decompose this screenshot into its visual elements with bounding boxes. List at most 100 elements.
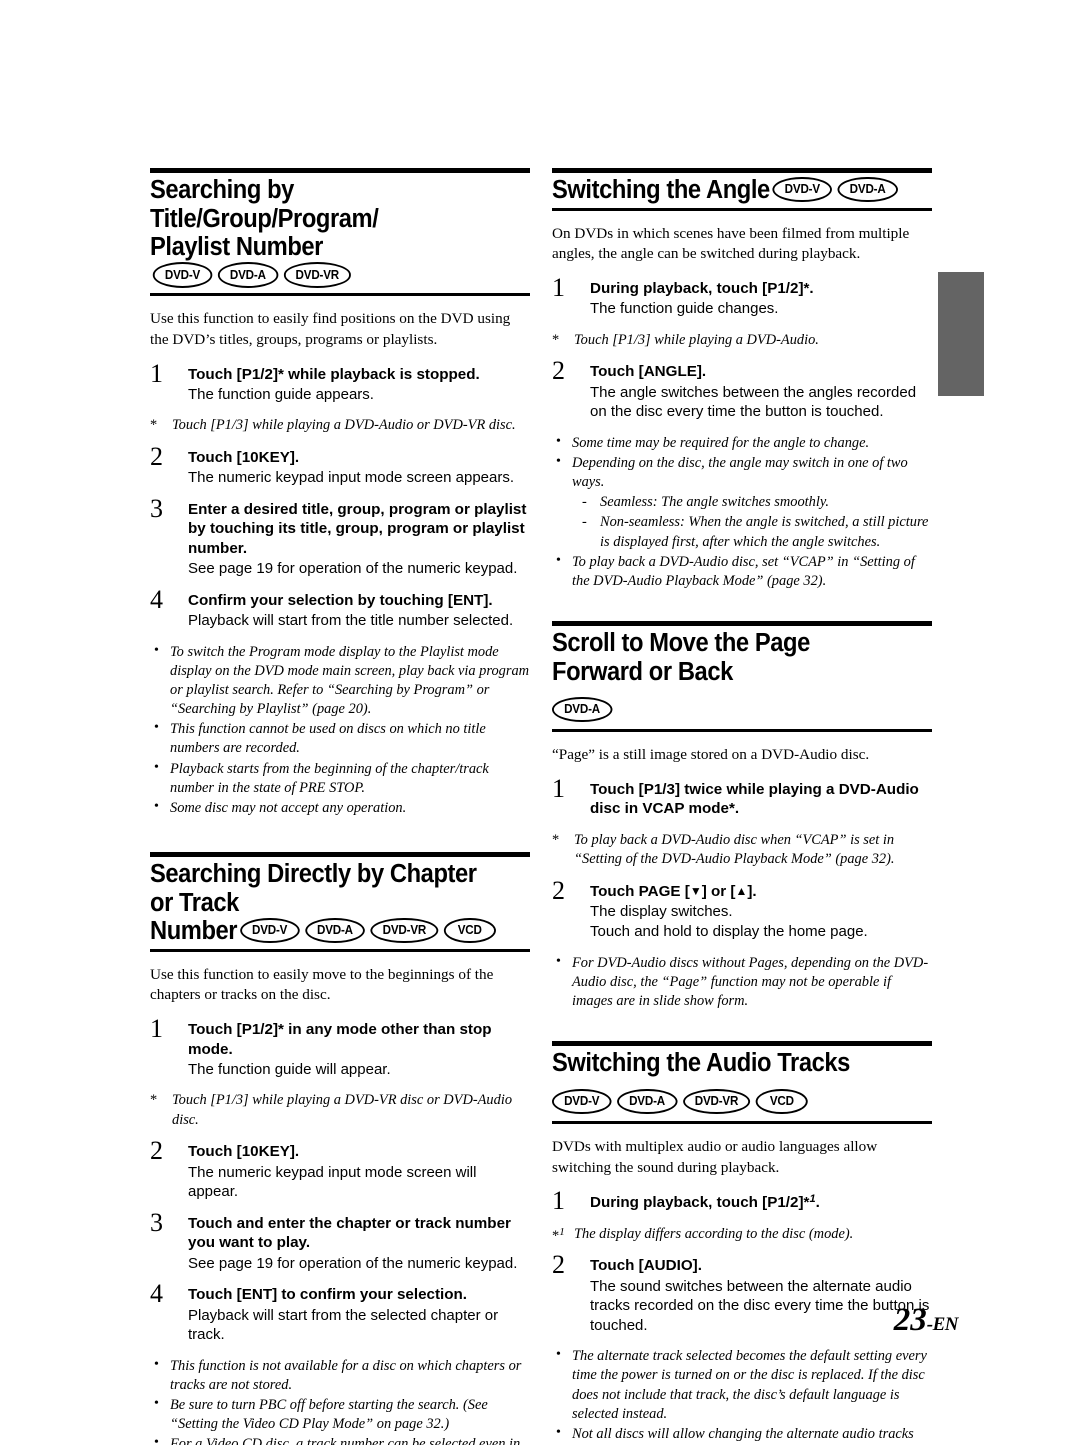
badge-group: DVD-A <box>552 691 905 723</box>
heading-line-1: Switching the Audio Tracks <box>552 1049 850 1078</box>
asterisk-mark: * <box>150 1092 158 1109</box>
step-number: 2 <box>150 1136 163 1166</box>
note-item: • The alternate track selected becomes th… <box>556 1347 927 1422</box>
section-rule-top <box>150 168 530 173</box>
step-number: 2 <box>552 875 565 905</box>
section-heading: Switching the Angle DVD-V DVD-A <box>552 176 905 205</box>
section-switching-the-angle: Switching the Angle DVD-V DVD-A On DVDs in… <box>552 168 932 591</box>
step-body: Playback will start from the selected ch… <box>188 1306 499 1344</box>
asterisk-mark: *1 <box>552 1225 565 1244</box>
step-number: 4 <box>150 1279 163 1309</box>
badge-dvd-a: DVD-A <box>304 917 365 944</box>
key-label: 10KEY <box>241 1143 290 1161</box>
section-intro: Use this function to easily move to the … <box>150 965 494 1004</box>
badge-dvd-v: DVD-V <box>152 262 213 288</box>
step-number: 1 <box>150 358 163 388</box>
step-body: The numeric keypad input mode screen wil… <box>188 1163 477 1201</box>
note-item: • Be sure to turn PBC off before starting… <box>154 1395 488 1433</box>
section-intro: DVDs with multiplex audio or audio langu… <box>552 1138 878 1176</box>
heading-line-1: Searching Directly by Chapter or Track <box>150 860 477 917</box>
badge-dvd-a: DVD-A <box>552 696 613 723</box>
page-edge-tab-marker <box>938 272 984 396</box>
asterisk-mark: * <box>552 831 560 848</box>
section-rule-top <box>552 168 932 173</box>
step-number: 3 <box>150 493 163 523</box>
heading-line-2: Playlist NumberDVD-V DVD-A DVD-VR <box>150 233 503 290</box>
bullet-icon: • <box>154 720 159 736</box>
bullet-icon: • <box>556 433 561 449</box>
page-number-suffix: -EN <box>926 1314 959 1335</box>
heading-line-1: Scroll to Move the Page Forward or Back <box>552 628 810 686</box>
page-number: 23-EN <box>893 1302 959 1339</box>
badge-dvd-v: DVD-V <box>239 917 300 944</box>
badge-group: DVD-V DVD-A DVD-VR VCD <box>552 1083 905 1114</box>
section-rule-bottom <box>552 1121 932 1124</box>
sub-note-item: - Non-seamless: When the angle is switche… <box>582 514 929 550</box>
step-body: The function guide appears. <box>188 385 374 403</box>
key-label: ENT <box>452 591 484 609</box>
key-label: P1/2 <box>241 365 273 383</box>
step-1: 1 Touch [P1/2]* while playback is stoppe… <box>150 360 530 405</box>
step-number: 1 <box>552 272 565 302</box>
badge-dvd-v: DVD-V <box>552 1088 612 1114</box>
step-number: 2 <box>552 356 565 386</box>
step-footnote: *1 The display differs according to the d… <box>552 1225 932 1244</box>
step-title: Touch [ANGLE]. <box>590 363 707 381</box>
bullet-icon: • <box>154 1435 159 1445</box>
bullet-icon: • <box>154 642 159 658</box>
left-column: Searching by Title/Group/Program/ Playli… <box>150 168 530 1445</box>
note-item: • This function is not available for a di… <box>154 1356 522 1393</box>
step-body: The function guide will appear. <box>188 1060 391 1078</box>
badge-group: DVD-V DVD-A <box>770 176 901 204</box>
heading-line-2: Number DVD-V DVD-A DVD-VR VCD <box>150 917 503 946</box>
step-title: Touch and enter the chapter or track num… <box>188 1214 511 1252</box>
step-4: 4 Confirm your selection by touching [EN… <box>150 586 530 631</box>
notes-list: • To switch the Program mode display to t… <box>150 643 530 818</box>
step-1: 1 Touch [P1/3] twice while playing a DVD… <box>552 775 932 819</box>
step-2: 2 Touch PAGE [▼] or [▲]. The display swi… <box>552 877 932 942</box>
step-1: 1 Touch [P1/2]* in any mode other than s… <box>150 1016 530 1079</box>
step-number: 2 <box>552 1250 565 1280</box>
bullet-icon: • <box>556 453 561 469</box>
key-label: 10KEY <box>241 448 290 466</box>
heading-line-1: Searching by Title/Group/Program/ <box>150 176 379 233</box>
page-number-value: 23 <box>893 1302 927 1338</box>
step-title: Touch [AUDIO]. <box>590 1257 702 1275</box>
step-footnote: * Touch [P1/3] while playing a DVD-Audio … <box>150 416 530 435</box>
dash-icon: - <box>582 514 587 531</box>
section-heading: Searching by Title/Group/Program/ Playli… <box>150 176 503 290</box>
key-label: P1/2 <box>767 279 799 297</box>
bullet-icon: • <box>556 1424 561 1440</box>
note-item: • For a Video CD disc, a track number can… <box>150 1435 530 1445</box>
notes-list: • This function is not available for a di… <box>150 1357 530 1445</box>
badge-vcd: VCD <box>443 917 496 944</box>
step-body: The numeric keypad input mode screen app… <box>188 469 515 487</box>
arrow-down-icon: ▼ <box>689 883 702 898</box>
key-label: P1/2 <box>241 1021 273 1039</box>
bullet-icon: • <box>154 1356 159 1372</box>
badge-dvd-v: DVD-V <box>772 176 833 202</box>
step-3: 3 Enter a desired title, group, program … <box>150 495 530 579</box>
step-number: 3 <box>150 1207 163 1237</box>
step-body: The display switches. <box>590 902 733 920</box>
right-column: Switching the Angle DVD-V DVD-A On DVDs in… <box>552 168 932 1445</box>
badge-vcd: VCD <box>755 1088 808 1114</box>
note-item: • Depending on the disc, the angle may sw… <box>556 453 908 491</box>
section-intro: On DVDs in which scenes have been filmed… <box>552 224 910 263</box>
step-title: Touch PAGE [▼] or [▲]. <box>590 882 757 900</box>
step-body: Playback will start from the title numbe… <box>188 612 514 630</box>
key-label: P1/2 <box>767 1194 799 1212</box>
step-body-2: Touch and hold to display the home page. <box>590 923 868 941</box>
step-title: During playback, touch [P1/2]*. <box>590 279 814 297</box>
notes-list: • The alternate track selected becomes th… <box>552 1347 932 1445</box>
badge-dvd-a: DVD-A <box>837 176 898 202</box>
dash-icon: - <box>582 494 587 511</box>
asterisk-mark: * <box>552 331 560 348</box>
step-title: Touch [P1/2]* while playback is stopped. <box>188 365 480 383</box>
key-label: ENT <box>241 1286 273 1304</box>
note-item: • To play back a DVD-Audio disc, set “VCA… <box>556 552 915 589</box>
step-1: 1 During playback, touch [P1/2]*1. <box>552 1188 932 1214</box>
step-title: Touch [ENT] to confirm your selection. <box>188 1286 468 1304</box>
step-title: Confirm your selection by touching [ENT]… <box>188 591 493 609</box>
step-footnote: * Touch [P1/3] while playing a DVD-VR dis… <box>150 1092 513 1128</box>
